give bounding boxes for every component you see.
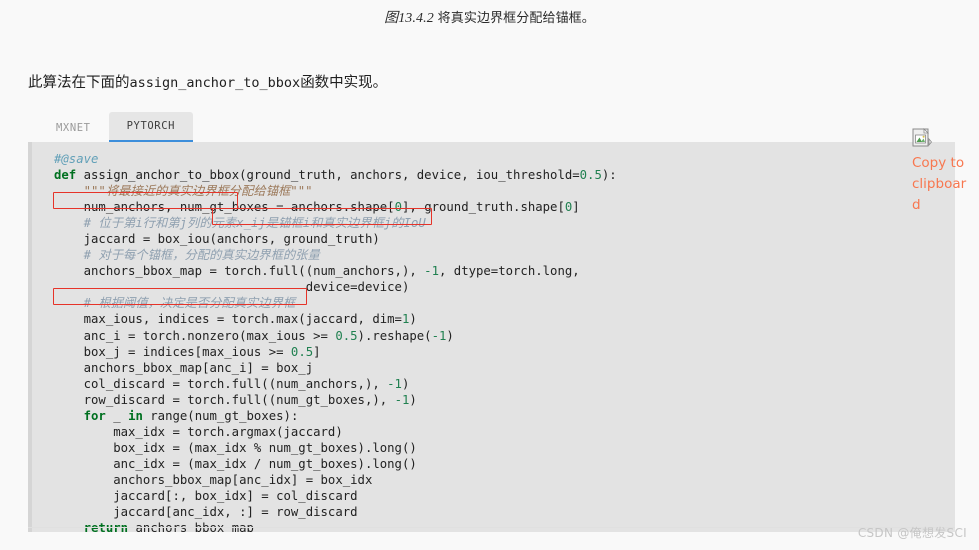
figure-number: 图13.4.2 <box>384 11 434 26</box>
code-line-num-anchors: num_anchors, num_gt_boxes = anchors.shap… <box>83 200 580 215</box>
intro-prefix: 此算法在下面的 <box>28 75 130 91</box>
intro-paragraph: 此算法在下面的assign_anchor_to_bbox函数中实现。 <box>28 71 979 92</box>
code-line-save: #@save <box>54 152 99 166</box>
keyword-def: def <box>54 168 77 183</box>
broken-image-icon <box>912 128 932 147</box>
figure-caption-text: 将真实边界框分配给锚框。 <box>437 11 595 26</box>
footer-divider <box>28 527 955 528</box>
intro-suffix: 函数中实现。 <box>300 75 388 91</box>
code-block[interactable]: #@save def assign_anchor_to_bbox(ground_… <box>28 142 955 532</box>
watermark: CSDN @俺想发SCI <box>857 526 967 540</box>
comment-threshold: # 根据阈值，决定是否分配真实边界框 <box>83 296 296 311</box>
tab-pytorch[interactable]: PYTORCH <box>108 112 194 142</box>
copy-to-clipboard-widget[interactable]: Copy to clipboard <box>912 128 974 216</box>
intro-inline-code: assign_anchor_to_bbox <box>129 75 301 91</box>
tab-mxnet[interactable]: MXNET <box>38 114 109 142</box>
function-signature: assign_anchor_to_bbox(ground_truth, anch… <box>83 168 580 183</box>
docstring: """将最接近的真实边界框分配给锚框""" <box>83 184 313 199</box>
comment-iou: # 位于第i行和第j列的元素x_ij是锚框i和真实边界框j的IoU <box>83 216 426 231</box>
figure-caption: 图13.4.2 将真实边界框分配给锚框。 <box>0 0 979 27</box>
comment-tensor: # 对于每个锚框，分配的真实边界框的张量 <box>83 248 320 263</box>
framework-tabs: MXNET PYTORCH <box>38 112 979 142</box>
copy-to-clipboard-label[interactable]: Copy to clipboard <box>912 153 974 216</box>
code-content: #@save def assign_anchor_to_bbox(ground_… <box>54 152 617 532</box>
